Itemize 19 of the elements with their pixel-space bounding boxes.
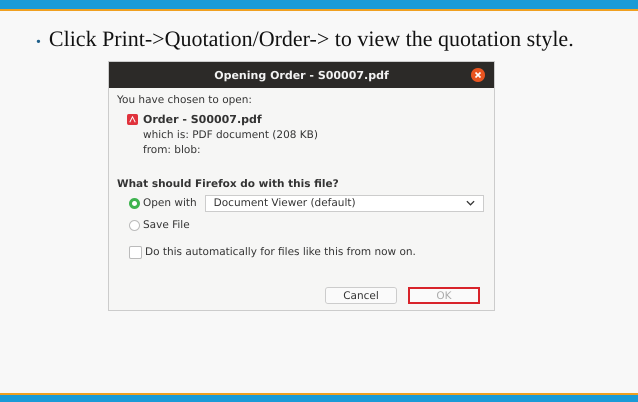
chevron-down-icon — [466, 200, 475, 206]
window-title: Opening Order - S00007.pdf — [214, 68, 389, 82]
intro-text: You have chosen to open: — [117, 94, 253, 106]
close-icon[interactable] — [471, 68, 485, 82]
application-dropdown[interactable]: Document Viewer (default) — [204, 194, 484, 212]
cancel-button[interactable]: Cancel — [325, 287, 397, 304]
radio-button[interactable] — [129, 198, 140, 209]
file-source-text: from: blob: — [143, 144, 202, 156]
radio-button[interactable] — [129, 220, 140, 231]
pdf-file-icon — [127, 114, 138, 125]
option-label[interactable]: Save File — [143, 219, 190, 232]
bullet: • — [36, 35, 41, 51]
file-name: Order - S00007.pdf — [143, 113, 262, 126]
checkbox-label[interactable]: Do this automatically for files like this from now on. — [145, 246, 416, 258]
option-label[interactable]: Open with — [143, 197, 197, 210]
slide-text: Click Print->Quotation/Order-> to view the quotation style. — [48, 26, 574, 52]
question-text: What should Firefox do with this file? — [117, 178, 340, 190]
checkbox[interactable] — [129, 246, 142, 259]
file-type-text: which is: PDF document (208 KB) — [143, 129, 319, 142]
